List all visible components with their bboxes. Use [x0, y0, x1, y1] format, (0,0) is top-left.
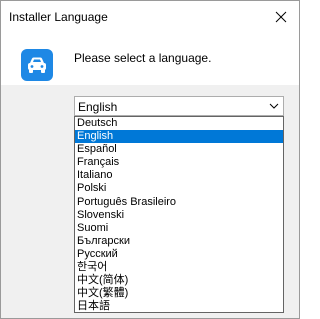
language-option[interactable]: 한국어 — [75, 261, 283, 274]
language-option[interactable]: Deutsch — [75, 117, 283, 130]
language-option[interactable]: Português Brasileiro — [75, 196, 283, 209]
language-option[interactable]: Polski — [75, 182, 283, 195]
title-bar[interactable]: Installer Language — [1, 1, 299, 33]
language-option-selected[interactable]: English — [75, 130, 283, 144]
language-select-value: English — [78, 100, 118, 114]
language-option[interactable]: Suomi — [75, 222, 283, 235]
language-option[interactable]: Русский — [75, 248, 283, 261]
language-option[interactable]: Español — [75, 143, 283, 156]
language-option[interactable]: 日本語 — [75, 300, 283, 312]
header-panel: Please select a language. — [1, 33, 299, 85]
language-option[interactable]: 中文(简体) — [75, 274, 283, 287]
close-icon — [275, 11, 287, 23]
language-option[interactable]: 中文(繁體) — [75, 287, 283, 300]
dialog-content: Please select a language. English Deutsc… — [1, 33, 299, 318]
installer-language-dialog: Installer Language Please select a langu… — [0, 0, 300, 319]
close-button[interactable] — [263, 1, 299, 33]
language-option[interactable]: Italiano — [75, 169, 283, 182]
window-title: Installer Language — [9, 10, 108, 24]
language-prompt: Please select a language. — [74, 51, 212, 65]
car-icon — [21, 49, 53, 81]
language-option[interactable]: Slovenski — [75, 209, 283, 222]
language-option[interactable]: Български — [75, 235, 283, 248]
chevron-down-icon[interactable] — [268, 100, 280, 112]
language-select[interactable]: English — [74, 96, 284, 116]
language-option[interactable]: Français — [75, 156, 283, 169]
language-dropdown-list[interactable]: Deutsch English Español Français Italian… — [74, 116, 284, 313]
